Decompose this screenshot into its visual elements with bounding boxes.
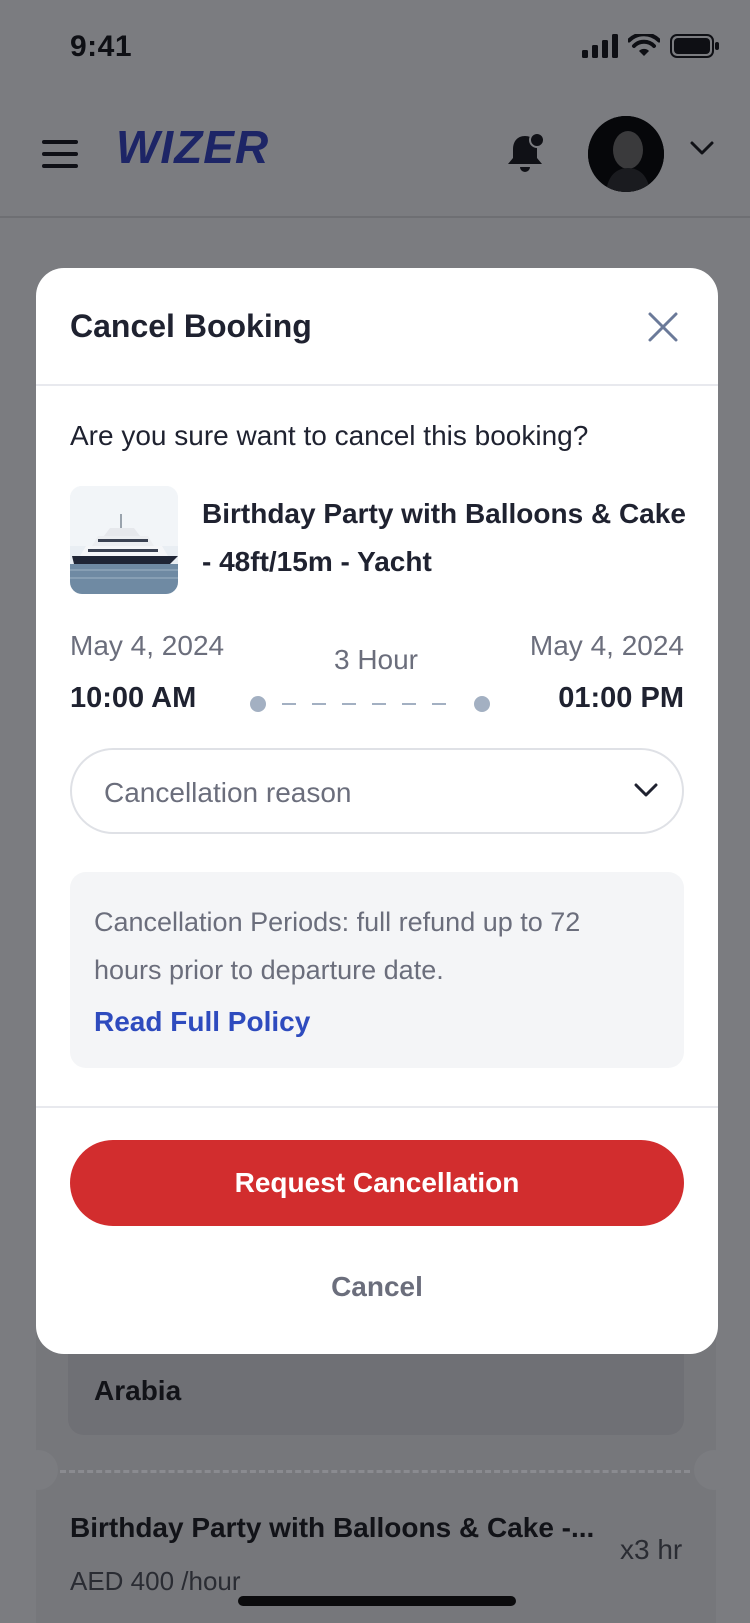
background-item-title: Birthday Party with Balloons & Cake -... (70, 1512, 595, 1543)
battery-icon (670, 34, 719, 58)
background-notch-left (18, 1450, 58, 1490)
menu-icon[interactable] (42, 140, 78, 170)
request-cancellation-button[interactable]: Request Cancellation (70, 1140, 684, 1226)
background-item-price: AED 400 /hour (70, 1566, 241, 1596)
yacht-thumbnail (70, 486, 178, 594)
logo: WIZER (116, 121, 270, 173)
modal-header: Cancel Booking (36, 268, 718, 386)
status-time: 9:41 (70, 30, 133, 63)
policy-info-box: Cancellation Periods: full refund up to … (70, 872, 684, 1068)
duration-label: 3 Hour (333, 644, 419, 675)
end-date: May 4, 2024 (529, 630, 684, 661)
background-notch-right (694, 1450, 734, 1490)
end-time: 01:00 PM (558, 682, 684, 714)
start-date: May 4, 2024 (70, 630, 225, 661)
footer-divider (36, 1106, 718, 1108)
policy-text: Cancellation Periods: full refund up to … (94, 907, 581, 985)
wifi-icon (628, 34, 660, 56)
confirm-question: Are you sure want to cancel this booking… (70, 420, 589, 451)
read-full-policy-link[interactable]: Read Full Policy (94, 1006, 310, 1038)
chevron-down-icon[interactable] (688, 138, 716, 158)
close-icon[interactable] (646, 310, 680, 344)
bell-icon[interactable] (502, 130, 548, 176)
start-time: 10:00 AM (70, 682, 197, 714)
status-icons (582, 32, 720, 60)
cellular-signal-icon (582, 34, 618, 58)
home-indicator (238, 1596, 516, 1606)
background-card-text: Arabia (94, 1375, 182, 1406)
cancel-button[interactable]: Cancel (70, 1252, 684, 1322)
cancellation-reason-placeholder: Cancellation reason (104, 777, 352, 808)
background-divider (60, 1470, 690, 1473)
cancellation-reason-select[interactable]: Cancellation reason (70, 748, 684, 834)
app-header: WIZER (0, 100, 750, 218)
chevron-down-icon (634, 783, 658, 797)
status-bar: 9:41 (0, 0, 750, 100)
avatar[interactable] (588, 116, 664, 192)
booking-title: Birthday Party with Balloons & Cake - 48… (202, 498, 686, 577)
modal-title: Cancel Booking (70, 308, 312, 344)
background-item-quantity: x3 hr (620, 1534, 683, 1565)
cancel-booking-modal: Cancel Booking Are you sure want to canc… (36, 268, 718, 1354)
timeline-connector (250, 696, 490, 712)
